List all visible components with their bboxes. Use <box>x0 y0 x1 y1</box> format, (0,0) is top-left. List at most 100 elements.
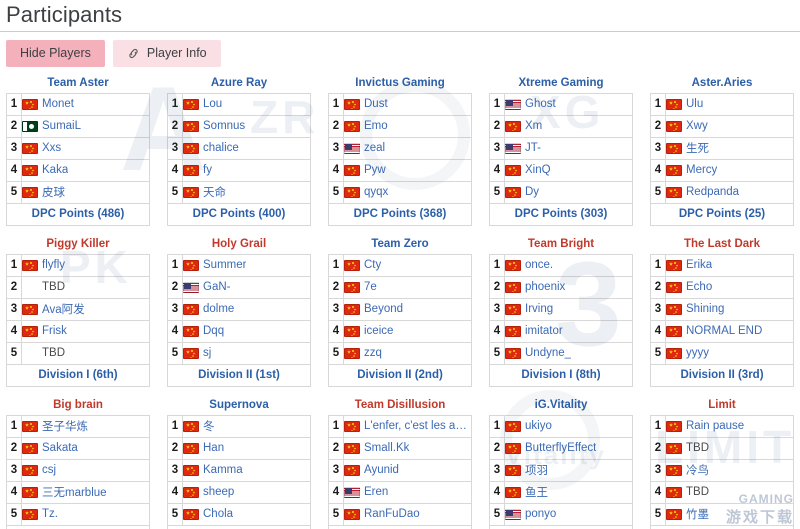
player-name[interactable]: Mercy <box>686 164 717 176</box>
player-name[interactable]: 皮球 <box>42 184 65 200</box>
player-name[interactable]: ukiyo <box>525 420 552 432</box>
team-name[interactable]: Xtreme Gaming <box>489 75 633 93</box>
player-name[interactable]: Monet <box>42 98 74 110</box>
team-name[interactable]: Team Zero <box>328 236 472 254</box>
team-name[interactable]: Aster.Aries <box>650 75 794 93</box>
player-name[interactable]: Undyne_ <box>525 347 571 359</box>
player-name[interactable]: TBD <box>42 281 65 293</box>
player-name[interactable]: L'enfer, c'est les aut... <box>364 420 471 432</box>
player-name[interactable]: sj <box>203 347 211 359</box>
player-name[interactable]: Dust <box>364 98 388 110</box>
player-name[interactable]: imitator <box>525 325 563 337</box>
player-name[interactable]: Emo <box>364 120 388 132</box>
player-name[interactable]: Erika <box>686 259 712 271</box>
team-name[interactable]: Holy Grail <box>167 236 311 254</box>
player-name[interactable]: Tz. <box>42 508 58 520</box>
table-row: 3项羽 <box>490 459 633 481</box>
player-name[interactable]: Summer <box>203 259 246 271</box>
team-name[interactable]: The Last Dark <box>650 236 794 254</box>
player-name[interactable]: Kaka <box>42 164 68 176</box>
player-name[interactable]: NORMAL END <box>686 325 762 337</box>
player-name[interactable]: flyfly <box>42 259 65 271</box>
player-name[interactable]: 7e <box>364 281 377 293</box>
player-name[interactable]: chalice <box>203 142 239 154</box>
player-name[interactable]: 生死 <box>686 140 709 156</box>
player-name[interactable]: 冬 <box>203 418 215 434</box>
player-name[interactable]: dolme <box>203 303 234 315</box>
player-name[interactable]: XinQ <box>525 164 551 176</box>
player-name[interactable]: phoenix <box>525 281 565 293</box>
player-name[interactable]: 天命 <box>203 184 226 200</box>
team-name[interactable]: Big brain <box>6 397 150 415</box>
player-name[interactable]: Xm <box>525 120 542 132</box>
player-name[interactable]: Somnus <box>203 120 245 132</box>
player-name[interactable]: Cty <box>364 259 381 271</box>
player-name[interactable]: Ulu <box>686 98 703 110</box>
player-name[interactable]: 冷鸟 <box>686 462 709 478</box>
player-cell: Irving <box>505 298 633 320</box>
player-name[interactable]: ponyo <box>525 508 556 520</box>
player-name[interactable]: TBD <box>686 486 709 498</box>
flag-icon-cn <box>505 348 521 359</box>
table-row: 3csj <box>7 459 150 481</box>
player-name[interactable]: Eren <box>364 486 388 498</box>
team-name[interactable]: Team Aster <box>6 75 150 93</box>
player-name[interactable]: Rain pause <box>686 420 744 432</box>
player-name[interactable]: qyqx <box>364 186 388 198</box>
player-name[interactable]: 圣子华炼 <box>42 418 88 434</box>
player-name[interactable]: Beyond <box>364 303 403 315</box>
player-name[interactable]: Lou <box>203 98 222 110</box>
player-name[interactable]: Ayunid <box>364 464 399 476</box>
player-name[interactable]: iceice <box>364 325 393 337</box>
team-name[interactable]: Team Bright <box>489 236 633 254</box>
team-name[interactable]: Piggy Killer <box>6 236 150 254</box>
player-info-button[interactable]: Player Info <box>113 40 221 67</box>
team-card: iG.Vitality1ukiyo2ButterflyEffect3项羽4鱼王5… <box>489 397 633 529</box>
player-name[interactable]: TBD <box>686 442 709 454</box>
player-name[interactable]: zzq <box>364 347 382 359</box>
player-name[interactable]: RanFuDao <box>364 508 420 520</box>
player-name[interactable]: Redpanda <box>686 186 739 198</box>
team-name[interactable]: Invictus Gaming <box>328 75 472 93</box>
team-name[interactable]: Limit <box>650 397 794 415</box>
player-name[interactable]: csj <box>42 464 56 476</box>
player-name[interactable]: Small.Kk <box>364 442 409 454</box>
team-name[interactable]: Azure Ray <box>167 75 311 93</box>
player-name[interactable]: Echo <box>686 281 712 293</box>
player-name[interactable]: Chola <box>203 508 233 520</box>
player-name[interactable]: sheep <box>203 486 234 498</box>
player-name[interactable]: SumaiL <box>42 120 81 132</box>
player-name[interactable]: once. <box>525 259 553 271</box>
player-name[interactable]: Ava阿发 <box>42 301 85 317</box>
player-name[interactable]: zeal <box>364 142 385 154</box>
player-name[interactable]: JT- <box>525 142 541 154</box>
hide-players-button[interactable]: Hide Players <box>6 40 105 67</box>
player-name[interactable]: 鱼王 <box>525 484 548 500</box>
player-name[interactable]: Xwy <box>686 120 708 132</box>
player-name[interactable]: ButterflyEffect <box>525 442 596 454</box>
team-name[interactable]: Supernova <box>167 397 311 415</box>
player-name[interactable]: Sakata <box>42 442 78 454</box>
player-name[interactable]: Han <box>203 442 224 454</box>
player-name[interactable]: yyyy <box>686 347 709 359</box>
player-name[interactable]: Ghost <box>525 98 556 110</box>
team-name[interactable]: iG.Vitality <box>489 397 633 415</box>
player-name[interactable]: Shining <box>686 303 724 315</box>
player-index: 2 <box>651 115 666 137</box>
player-name[interactable]: 项羽 <box>525 462 548 478</box>
player-name[interactable]: Xxs <box>42 142 61 154</box>
player-name[interactable]: Pyw <box>364 164 386 176</box>
player-name[interactable]: TBD <box>42 347 65 359</box>
player-name[interactable]: Kamma <box>203 464 243 476</box>
flag-icon-us <box>183 282 199 293</box>
flag-icon-cn <box>22 326 38 337</box>
player-name[interactable]: 竹墨 <box>686 506 709 522</box>
player-name[interactable]: Irving <box>525 303 553 315</box>
player-name[interactable]: Dy <box>525 186 539 198</box>
player-name[interactable]: GaN- <box>203 281 230 293</box>
player-name[interactable]: 三无marblue <box>42 484 107 500</box>
team-name[interactable]: Team Disillusion <box>328 397 472 415</box>
player-name[interactable]: fy <box>203 164 212 176</box>
player-name[interactable]: Dqq <box>203 325 224 337</box>
player-name[interactable]: Frisk <box>42 325 67 337</box>
